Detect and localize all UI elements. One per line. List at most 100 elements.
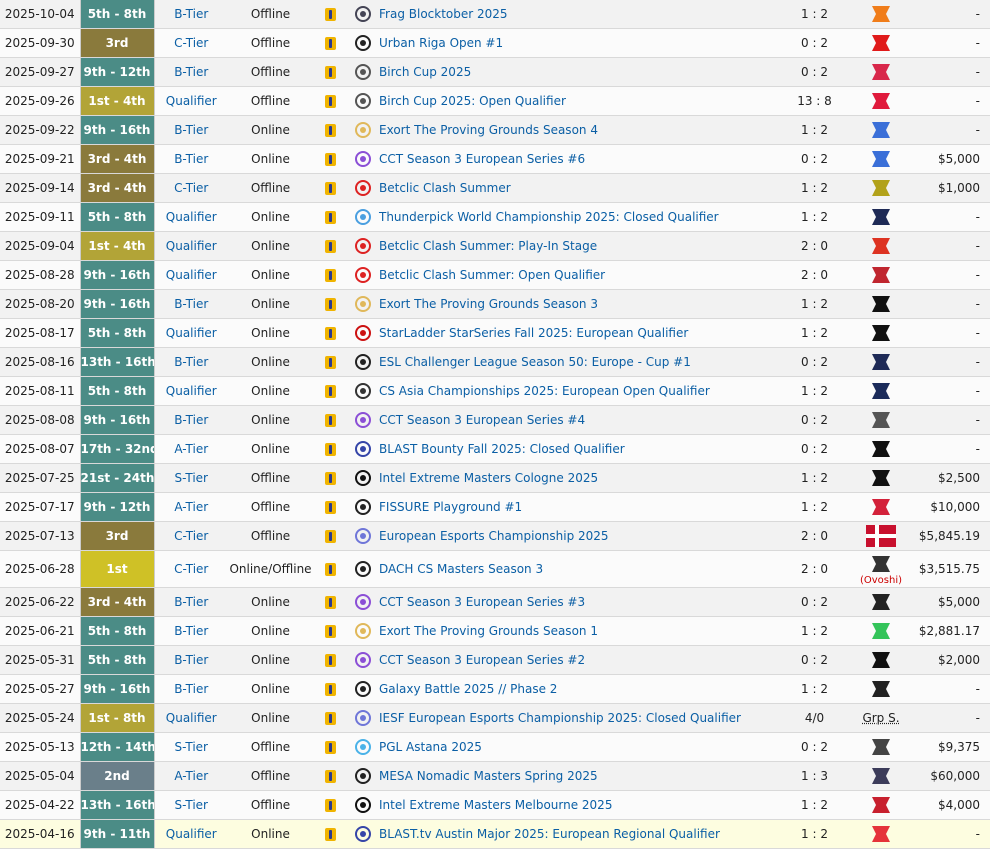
opponent-cell[interactable] <box>852 145 910 174</box>
opponent-cell[interactable]: Grp S. <box>852 704 910 733</box>
opponent-cell[interactable] <box>852 733 910 762</box>
tournament-link[interactable]: Intel Extreme Masters Cologne 2025 <box>377 464 777 493</box>
tournament-link[interactable]: CCT Season 3 European Series #2 <box>377 646 777 675</box>
opponent-cell[interactable] <box>852 464 910 493</box>
og-logo-icon <box>866 206 896 228</box>
ec-logo-icon <box>866 119 896 141</box>
opponent-cell[interactable] <box>852 435 910 464</box>
opponent-cell[interactable] <box>852 588 910 617</box>
score-cell: 1 : 2 <box>777 377 852 406</box>
tournament-link[interactable]: Exort The Proving Grounds Season 1 <box>377 617 777 646</box>
tier-link[interactable]: B-Tier <box>174 65 208 79</box>
opponent-cell[interactable] <box>852 58 910 87</box>
group-stage-label[interactable]: Grp S. <box>862 711 899 725</box>
opponent-cell[interactable] <box>852 174 910 203</box>
tier-link[interactable]: S-Tier <box>175 798 208 812</box>
game-cell <box>313 464 348 493</box>
tier-cell: C-Tier <box>154 29 228 58</box>
tournament-link[interactable]: Intel Extreme Masters Melbourne 2025 <box>377 791 777 820</box>
tournament-link[interactable]: Betclic Clash Summer <box>377 174 777 203</box>
tier-link[interactable]: Qualifier <box>166 268 217 282</box>
tournament-link[interactable]: IESF European Esports Championship 2025:… <box>377 704 777 733</box>
tier-link[interactable]: B-Tier <box>174 355 208 369</box>
tier-link[interactable]: Qualifier <box>166 711 217 725</box>
tournament-link[interactable]: DACH CS Masters Season 3 <box>377 551 777 588</box>
tier-link[interactable]: B-Tier <box>174 595 208 609</box>
tier-link[interactable]: A-Tier <box>174 769 208 783</box>
tournament-link[interactable]: Birch Cup 2025: Open Qualifier <box>377 87 777 116</box>
opponent-cell[interactable]: (Ovoshi) <box>852 551 910 588</box>
tier-link[interactable]: Qualifier <box>166 827 217 841</box>
tournament-link[interactable]: Betclic Clash Summer: Open Qualifier <box>377 261 777 290</box>
tier-cell: B-Tier <box>154 588 228 617</box>
tier-link[interactable]: Qualifier <box>166 384 217 398</box>
tournament-link[interactable]: European Esports Championship 2025 <box>377 522 777 551</box>
opponent-cell[interactable] <box>852 203 910 232</box>
tier-link[interactable]: S-Tier <box>175 740 208 754</box>
opponent-cell[interactable] <box>852 29 910 58</box>
tournament-link[interactable]: StarLadder StarSeries Fall 2025: Europea… <box>377 319 777 348</box>
tournament-link[interactable]: CCT Season 3 European Series #4 <box>377 406 777 435</box>
tournament-link[interactable]: Birch Cup 2025 <box>377 58 777 87</box>
tournament-link[interactable]: Exort The Proving Grounds Season 3 <box>377 290 777 319</box>
tournament-link[interactable]: ESL Challenger League Season 50: Europe … <box>377 348 777 377</box>
opponent-cell[interactable] <box>852 522 910 551</box>
tournament-link[interactable]: Galaxy Battle 2025 // Phase 2 <box>377 675 777 704</box>
opponent-cell[interactable] <box>852 617 910 646</box>
tier-link[interactable]: B-Tier <box>174 682 208 696</box>
opponent-cell[interactable] <box>852 820 910 849</box>
opponent-cell[interactable] <box>852 675 910 704</box>
tier-link[interactable]: A-Tier <box>174 442 208 456</box>
opponent-cell[interactable] <box>852 406 910 435</box>
tournament-link[interactable]: Exort The Proving Grounds Season 4 <box>377 116 777 145</box>
opponent-cell[interactable] <box>852 348 910 377</box>
tier-link[interactable]: C-Tier <box>174 36 208 50</box>
score-cell: 4/0 <box>777 704 852 733</box>
tier-link[interactable]: B-Tier <box>174 297 208 311</box>
tournament-link[interactable]: PGL Astana 2025 <box>377 733 777 762</box>
tier-link[interactable]: B-Tier <box>174 624 208 638</box>
tier-link[interactable]: B-Tier <box>174 123 208 137</box>
opponent-cell[interactable] <box>852 646 910 675</box>
tier-cell: Qualifier <box>154 87 228 116</box>
tournament-link[interactable]: Betclic Clash Summer: Play-In Stage <box>377 232 777 261</box>
tier-link[interactable]: C-Tier <box>174 181 208 195</box>
prize-cell: - <box>910 116 990 145</box>
opponent-cell[interactable] <box>852 319 910 348</box>
tier-link[interactable]: A-Tier <box>174 500 208 514</box>
tournament-link[interactable]: Urban Riga Open #1 <box>377 29 777 58</box>
tier-link[interactable]: Qualifier <box>166 326 217 340</box>
tournament-link[interactable]: Thunderpick World Championship 2025: Clo… <box>377 203 777 232</box>
tournament-link[interactable]: MESA Nomadic Masters Spring 2025 <box>377 762 777 791</box>
opponent-cell[interactable] <box>852 232 910 261</box>
tournament-link[interactable]: CCT Season 3 European Series #6 <box>377 145 777 174</box>
tier-link[interactable]: B-Tier <box>174 152 208 166</box>
opponent-cell[interactable] <box>852 261 910 290</box>
date-cell: 2025-09-11 <box>0 203 80 232</box>
tier-link[interactable]: C-Tier <box>174 562 208 576</box>
tier-link[interactable]: C-Tier <box>174 529 208 543</box>
tier-link[interactable]: Qualifier <box>166 94 217 108</box>
tournament-link[interactable]: BLAST Bounty Fall 2025: Closed Qualifier <box>377 435 777 464</box>
opponent-cell[interactable] <box>852 116 910 145</box>
tournament-link[interactable]: BLAST.tv Austin Major 2025: European Reg… <box>377 820 777 849</box>
opponent-cell[interactable] <box>852 0 910 29</box>
tier-link[interactable]: S-Tier <box>175 471 208 485</box>
opponent-cell[interactable] <box>852 791 910 820</box>
tournament-link[interactable]: Frag Blocktober 2025 <box>377 0 777 29</box>
cct-icon <box>354 411 372 429</box>
opponent-cell[interactable] <box>852 290 910 319</box>
tournament-link[interactable]: FISSURE Playground #1 <box>377 493 777 522</box>
tier-link[interactable]: Qualifier <box>166 239 217 253</box>
tournament-icon-cell <box>348 522 377 551</box>
opponent-cell[interactable] <box>852 762 910 791</box>
tournament-link[interactable]: CS Asia Championships 2025: European Ope… <box>377 377 777 406</box>
opponent-cell[interactable] <box>852 377 910 406</box>
opponent-cell[interactable] <box>852 87 910 116</box>
tier-link[interactable]: B-Tier <box>174 7 208 21</box>
tournament-link[interactable]: CCT Season 3 European Series #3 <box>377 588 777 617</box>
tier-link[interactable]: B-Tier <box>174 413 208 427</box>
tier-link[interactable]: Qualifier <box>166 210 217 224</box>
opponent-cell[interactable] <box>852 493 910 522</box>
tier-link[interactable]: B-Tier <box>174 653 208 667</box>
